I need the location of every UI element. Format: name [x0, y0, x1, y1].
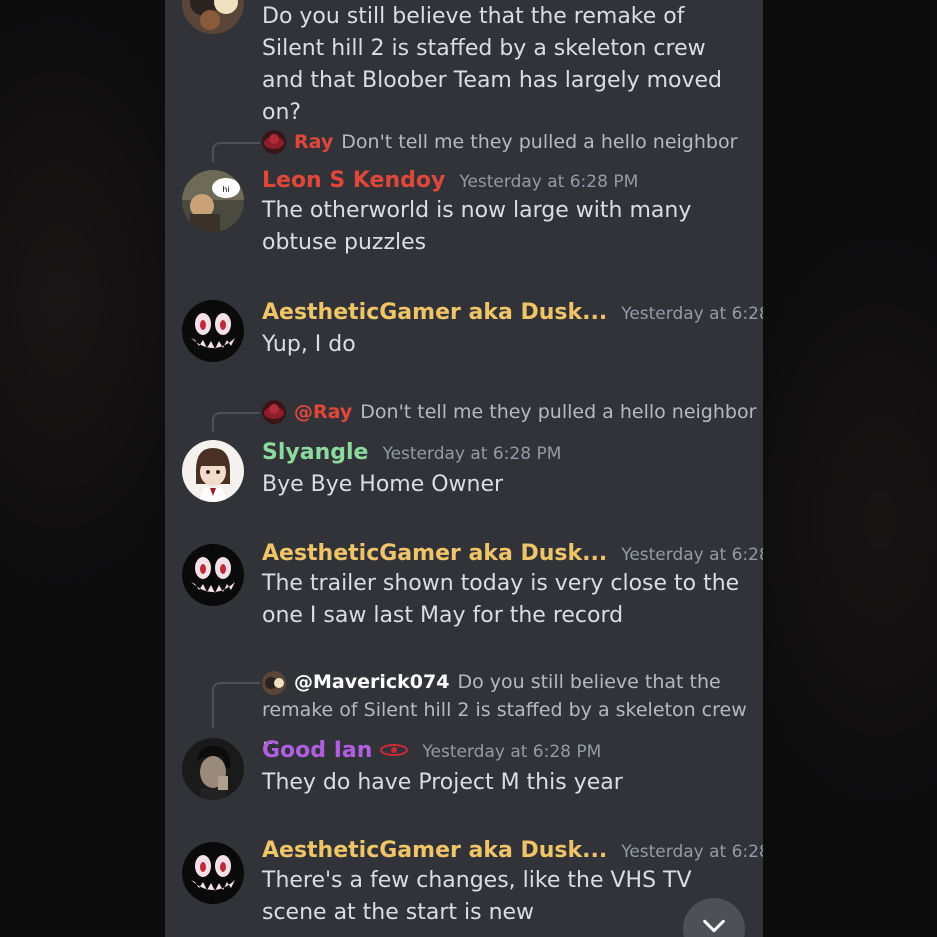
timestamp: Yesterday at 6:28 PM: [621, 304, 763, 324]
username[interactable]: AestheticGamer aka Dusk...: [262, 838, 607, 863]
timestamp: Yesterday at 6:28 PM: [382, 444, 562, 464]
username[interactable]: AestheticGamer aka Dusk...: [262, 541, 607, 566]
reply-mention[interactable]: @Maverick074: [294, 671, 449, 693]
timestamp: Yesterday at 6:28 PM: [422, 742, 602, 762]
grinning-monster-avatar[interactable]: [182, 842, 244, 904]
cartoon-avatar: [262, 670, 286, 695]
message-text: Do you still believe that the remake of …: [262, 4, 723, 125]
reply-text: Don't tell me they pulled a hello neighb…: [360, 401, 757, 423]
reply-spine: [212, 142, 260, 162]
message-text: There's a few changes, like the VHS TV s…: [262, 868, 692, 925]
reply-preview[interactable]: Ray Don't tell me they pulled a hello ne…: [262, 130, 749, 154]
chat-messages-panel[interactable]: Do you still believe that the remake of …: [165, 0, 763, 937]
cartoon-avatar[interactable]: [182, 0, 244, 34]
leon-avatar[interactable]: hi: [182, 170, 244, 232]
timestamp: Yesterday at 6:28 PM: [459, 172, 639, 192]
dark-red-avatar: [262, 400, 286, 424]
username[interactable]: Leon S Kendoy: [262, 168, 445, 193]
reply-mention[interactable]: @Ray: [294, 401, 352, 423]
grinning-monster-avatar[interactable]: [182, 300, 244, 362]
username[interactable]: Slyangle: [262, 440, 368, 465]
reply-spine: [212, 682, 260, 728]
red-eye-icon: [380, 742, 409, 761]
man-portrait-avatar[interactable]: [182, 738, 244, 800]
reply-text: Don't tell me they pulled a hello neighb…: [341, 131, 738, 153]
anime-girl-avatar[interactable]: [182, 440, 244, 502]
message-text: The otherworld is now large with many ob…: [262, 198, 692, 255]
svg-text:hi: hi: [222, 185, 229, 194]
grinning-monster-avatar[interactable]: [182, 544, 244, 606]
username[interactable]: AestheticGamer aka Dusk...: [262, 300, 607, 325]
username[interactable]: Good Ian: [262, 738, 372, 763]
message-text: Yup, I do: [262, 332, 356, 357]
dark-red-avatar: [262, 130, 286, 154]
timestamp: Yesterday at 6:28 PM: [621, 545, 763, 565]
message-text: The trailer shown today is very close to…: [262, 571, 740, 628]
timestamp: Yesterday at 6:28 PM: [621, 842, 763, 862]
message-text: They do have Project M this year: [262, 770, 623, 795]
chevron-down-icon: [703, 919, 725, 933]
reply-username[interactable]: Ray: [294, 131, 333, 153]
message-text: Bye Bye Home Owner: [262, 472, 504, 497]
reply-spine: [212, 412, 260, 432]
reply-preview[interactable]: @Ray Don't tell me they pulled a hello n…: [262, 400, 756, 424]
